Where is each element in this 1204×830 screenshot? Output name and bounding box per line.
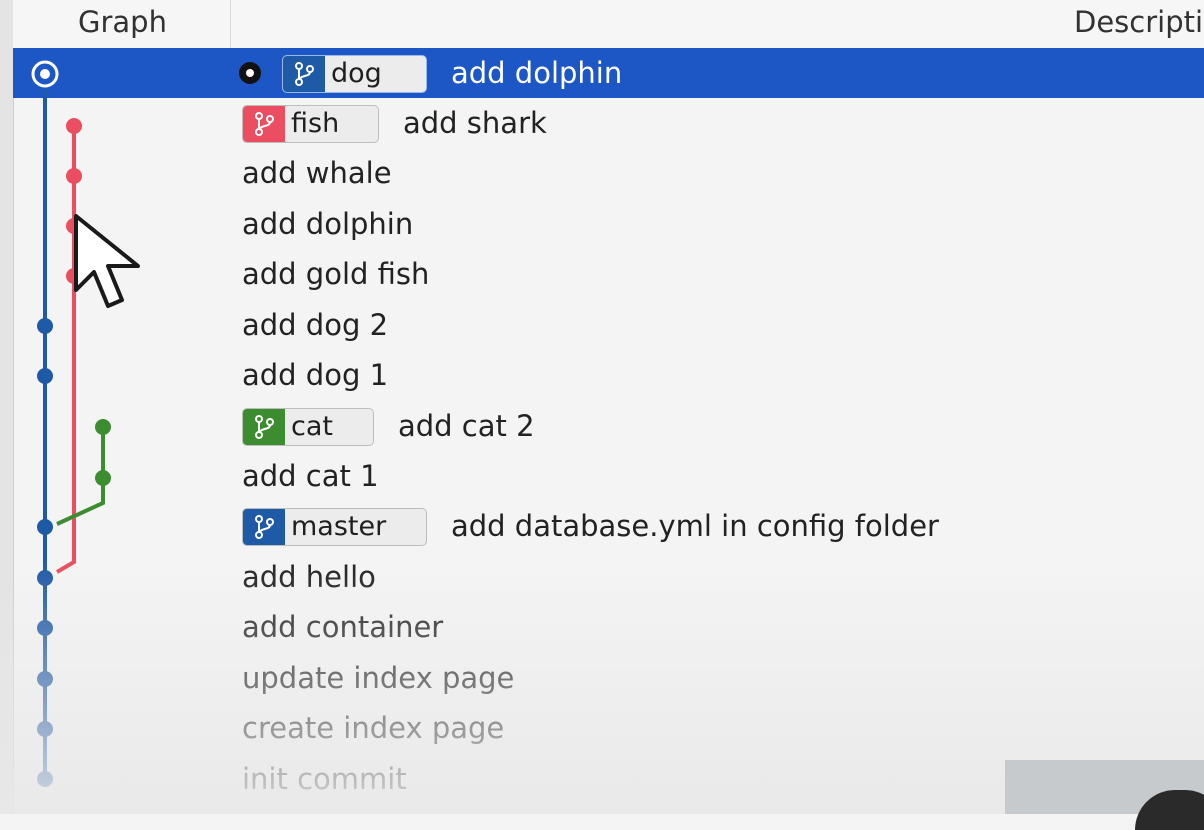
branch-name: dog [331,58,382,89]
webcam-overlay [1005,760,1204,830]
commit-message: init commit [242,762,407,796]
commit-message: add whale [242,156,392,190]
commit-node[interactable] [95,419,111,435]
branch-tag-master[interactable]: master [242,508,427,546]
commit-node[interactable] [37,570,53,586]
commit-message: add dolphin [242,207,414,241]
git-branch-icon [243,509,285,545]
commit-node[interactable] [66,168,82,184]
branch-name: fish [291,108,340,139]
branch-name: cat [291,411,333,442]
commit-node[interactable] [95,470,111,486]
git-log-window: Graph Descripti dog add dolphin fish add… [0,0,1204,830]
branch-tag-cat[interactable]: cat [242,408,374,446]
branch-name: master [291,511,387,542]
commit-node[interactable] [66,118,82,134]
commit-message: create index page [242,711,505,745]
commit-message: add dog 1 [242,358,389,392]
webcam-shape [1135,790,1204,830]
commit-node[interactable] [37,519,53,535]
commit-message: add hello [242,560,376,594]
commit-message: add dog 2 [242,308,389,342]
commit-graph [31,60,111,787]
commit-node[interactable] [37,771,53,787]
mouse-cursor-icon [74,214,140,308]
description-column-header[interactable]: Descripti [1074,0,1203,48]
git-branch-icon [283,56,325,92]
branch-tag-fish[interactable]: fish [242,105,379,143]
commit-message: add shark [403,106,547,140]
commit-message: add container [242,610,444,644]
commit-message: update index page [242,661,515,695]
current-head-icon [239,62,261,84]
commit-message: add gold fish [242,257,430,291]
commit-node[interactable] [37,721,53,737]
commit-message: add dolphin [451,56,623,90]
head-commit-node-core [40,69,50,79]
commit-message: add database.yml in config folder [451,509,939,543]
commit-message: add cat 2 [398,409,535,443]
column-separator[interactable] [230,0,231,48]
commit-node[interactable] [37,671,53,687]
commit-node[interactable] [37,620,53,636]
lane-line-red [55,126,76,574]
git-branch-icon [243,106,285,142]
branch-tag-dog[interactable]: dog [282,55,427,93]
git-branch-icon [243,409,285,445]
commit-node[interactable] [37,368,53,384]
commit-message: add cat 1 [242,459,379,493]
commit-node[interactable] [37,318,53,334]
